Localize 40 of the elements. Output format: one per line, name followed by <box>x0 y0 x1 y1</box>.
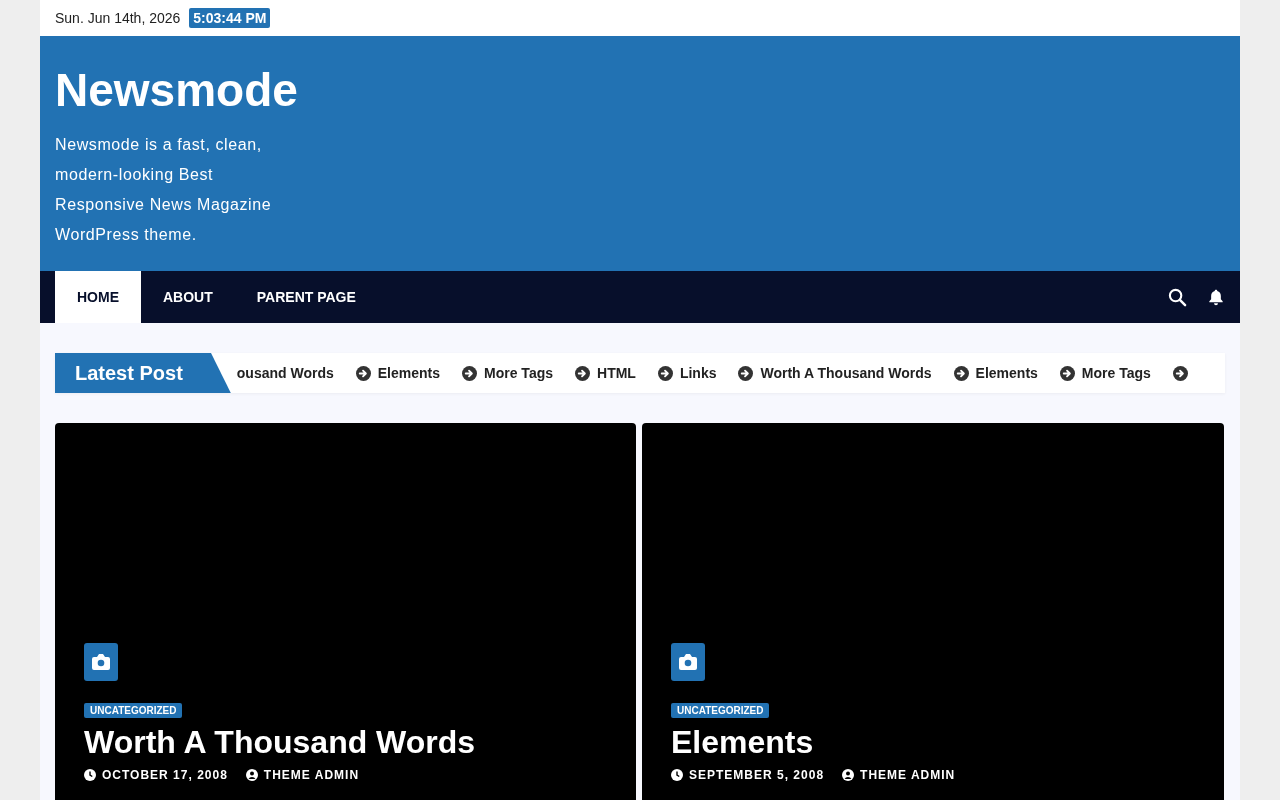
arrow-circle-icon <box>657 365 673 381</box>
ticker-link[interactable]: Links <box>679 365 717 381</box>
category-tag[interactable]: UNCATEGORIZED <box>671 703 770 718</box>
ticker-link[interactable]: Elements <box>975 365 1038 381</box>
ticker-link[interactable]: More Tags <box>1081 365 1151 381</box>
date-text: Sun. Jun 14th, 2026 <box>55 10 181 26</box>
site-title[interactable]: Newsmode <box>55 62 1225 118</box>
ticker-link[interactable]: ousand Words <box>236 365 334 381</box>
category-tag[interactable]: UNCATEGORIZED <box>84 703 183 718</box>
user-icon <box>245 769 258 781</box>
nav-link[interactable]: PARENT PAGE <box>234 271 378 323</box>
post-title[interactable]: Worth A Thousand Words <box>84 722 476 762</box>
ticker-link[interactable]: More Tags <box>484 365 553 381</box>
clock-icon <box>671 769 683 781</box>
post-date[interactable]: OCTOBER 17, 2008 <box>102 768 228 782</box>
arrow-circle-icon <box>1172 365 1188 381</box>
nav-link[interactable]: HOME <box>55 271 141 323</box>
arrow-circle-icon <box>462 365 478 381</box>
clock-icon <box>84 769 96 781</box>
arrow-circle-icon <box>575 365 590 381</box>
arrow-circle-icon <box>1059 365 1075 381</box>
camera-icon <box>84 643 118 681</box>
user-icon <box>842 769 855 781</box>
post-date[interactable]: SEPTEMBER 5, 2008 <box>689 768 825 782</box>
bell-icon[interactable] <box>1207 287 1225 307</box>
search-icon[interactable] <box>1168 287 1187 307</box>
post-author[interactable]: THEME ADMIN <box>860 768 956 782</box>
arrow-circle-icon <box>953 365 969 381</box>
site-tagline: Newsmode is a fast, clean, modern-looking Best Responsive News Magazine WordPress theme. <box>55 135 273 245</box>
arrow-circle-icon <box>355 365 371 381</box>
ticker-label: Latest Post <box>55 353 231 393</box>
post-author[interactable]: THEME ADMIN <box>263 768 360 782</box>
clock-time: 5:03:44 PM <box>189 8 271 28</box>
arrow-circle-icon <box>738 365 754 381</box>
ticker-link[interactable]: Worth A Thousand Words <box>760 365 932 381</box>
nav-link[interactable]: ABOUT <box>141 271 235 323</box>
ticker-link[interactable]: HTML <box>597 365 636 381</box>
ticker-link[interactable]: Elements <box>377 365 441 381</box>
post-title[interactable]: Elements <box>671 722 814 762</box>
camera-icon <box>671 643 705 681</box>
